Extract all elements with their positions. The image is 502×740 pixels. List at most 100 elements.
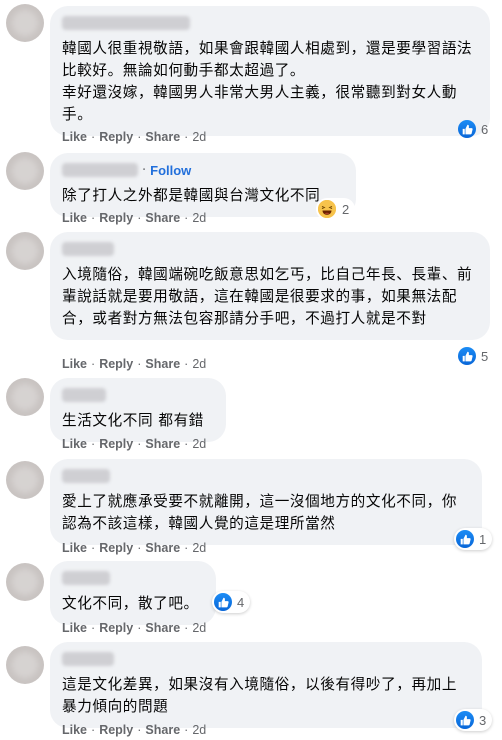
timestamp[interactable]: 2d [192,723,206,737]
separator-dot: · [184,211,189,225]
commenter-name[interactable] [62,16,190,30]
separator-dot: · [137,437,142,451]
separator-dot: · [142,162,147,178]
reaction-count: 4 [237,594,245,610]
commenter-name[interactable] [62,571,110,585]
share-button[interactable]: Share [145,130,180,144]
separator-dot: · [91,723,96,737]
separator-dot: · [91,541,96,555]
comment-bubble: 這是文化差異，如果沒有入境隨俗，以後有得吵了，再加上暴力傾向的問題 [50,642,482,728]
comment-text: 愛上了就應承受要不就離開，這一沒個地方的文化不同，你認為不該這樣，韓國人覺的這是… [62,493,458,532]
separator-dot: · [184,437,189,451]
reaction-summary[interactable]: 6 [458,118,488,140]
like-button[interactable]: Like [62,621,87,635]
commenter-name[interactable] [62,242,114,256]
commenter-name[interactable] [62,652,114,666]
commenter-name[interactable] [62,163,138,177]
separator-dot: · [137,211,142,225]
like-icon [458,120,476,138]
like-button[interactable]: Like [62,130,87,144]
comment-bubble: 韓國人很重視敬語，如果會跟韓國人相處到，還是要學習語法比較好。無論如何動手都太超… [50,6,490,136]
commenter-name[interactable] [62,388,106,402]
comment-bubble: 愛上了就應承受要不就離開，這一沒個地方的文化不同，你認為不該這樣，韓國人覺的這是… [50,459,482,545]
reaction-summary[interactable]: 2 [316,198,356,220]
avatar[interactable] [6,152,44,190]
commenter-name[interactable] [62,469,110,483]
timestamp[interactable]: 2d [192,130,206,144]
reply-button[interactable]: Reply [99,211,133,225]
reaction-summary[interactable]: 1 [454,528,493,550]
comment-actions: Like · Reply · Share · 2d [62,621,206,635]
reply-button[interactable]: Reply [99,723,133,737]
share-button[interactable]: Share [145,437,180,451]
separator-dot: · [137,723,142,737]
separator-dot: · [91,437,96,451]
timestamp[interactable]: 2d [192,621,206,635]
reply-button[interactable]: Reply [99,437,133,451]
separator-dot: · [184,541,189,555]
comment-text: 入境隨俗，韓國端碗吃飯意思如乞丐，比自己年長、長輩、前輩說話就是要用敬語，這在韓… [62,266,473,327]
reply-button[interactable]: Reply [99,130,133,144]
like-icon [214,593,232,611]
comment-text: 文化不同，散了吧。 [62,595,199,612]
avatar[interactable] [6,232,44,270]
comment-bubble: 文化不同，散了吧。 [50,561,216,625]
share-button[interactable]: Share [145,211,180,225]
like-button[interactable]: Like [62,541,87,555]
share-button[interactable]: Share [145,357,180,371]
separator-dot: · [184,621,189,635]
timestamp[interactable]: 2d [192,211,206,225]
separator-dot: · [184,357,189,371]
separator-dot: · [91,211,96,225]
avatar[interactable] [6,378,44,416]
comment-actions: Like · Reply · Share · 2d [62,130,206,144]
separator-dot: · [184,723,189,737]
reaction-count: 3 [479,712,487,728]
timestamp[interactable]: 2d [192,541,206,555]
like-icon [456,530,474,548]
comment-actions: Like · Reply · Share · 2d [62,541,206,555]
like-button[interactable]: Like [62,211,87,225]
follow-button[interactable]: Follow [150,163,191,178]
share-button[interactable]: Share [145,621,180,635]
reaction-summary[interactable]: 4 [212,591,251,613]
comment-text: 韓國人很重視敬語，如果會跟韓國人相處到，還是要學習語法比較好。無論如何動手都太超… [62,40,473,123]
like-button[interactable]: Like [62,723,87,737]
comment-bubble: 生活文化不同 都有錯 [50,378,226,442]
comment-bubble: · Follow 除了打人之外都是韓國與台灣文化不同 [50,153,356,217]
timestamp[interactable]: 2d [192,437,206,451]
separator-dot: · [137,621,142,635]
comment-actions: Like · Reply · Share · 2d [62,357,206,371]
avatar[interactable] [6,563,44,601]
avatar[interactable] [6,4,44,42]
separator-dot: · [137,130,142,144]
share-button[interactable]: Share [145,541,180,555]
reaction-count: 6 [481,121,489,137]
like-button[interactable]: Like [62,437,87,451]
reply-button[interactable]: Reply [99,621,133,635]
avatar[interactable] [6,461,44,499]
reply-button[interactable]: Reply [99,541,133,555]
separator-dot: · [91,621,96,635]
comment-text: 這是文化差異，如果沒有入境隨俗，以後有得吵了，再加上暴力傾向的問題 [62,676,458,715]
avatar[interactable] [6,646,44,684]
comment-bubble: 入境隨俗，韓國端碗吃飯意思如乞丐，比自己年長、長輩、前輩說話就是要用敬語，這在韓… [50,232,490,340]
separator-dot: · [91,130,96,144]
comment-actions: Like · Reply · Share · 2d [62,211,206,225]
reaction-count: 5 [481,348,489,364]
like-button[interactable]: Like [62,357,87,371]
separator-dot: · [184,130,189,144]
comment-actions: Like · Reply · Share · 2d [62,723,206,737]
comment-text: 除了打人之外都是韓國與台灣文化不同 [62,187,321,204]
reaction-summary[interactable]: 3 [454,709,493,731]
reaction-summary[interactable]: 5 [458,345,488,367]
separator-dot: · [91,357,96,371]
reply-button[interactable]: Reply [99,357,133,371]
reaction-count: 1 [479,531,487,547]
haha-icon [318,200,336,218]
like-icon [456,711,474,729]
timestamp[interactable]: 2d [192,357,206,371]
reaction-count: 2 [342,201,350,217]
separator-dot: · [137,357,142,371]
share-button[interactable]: Share [145,723,180,737]
